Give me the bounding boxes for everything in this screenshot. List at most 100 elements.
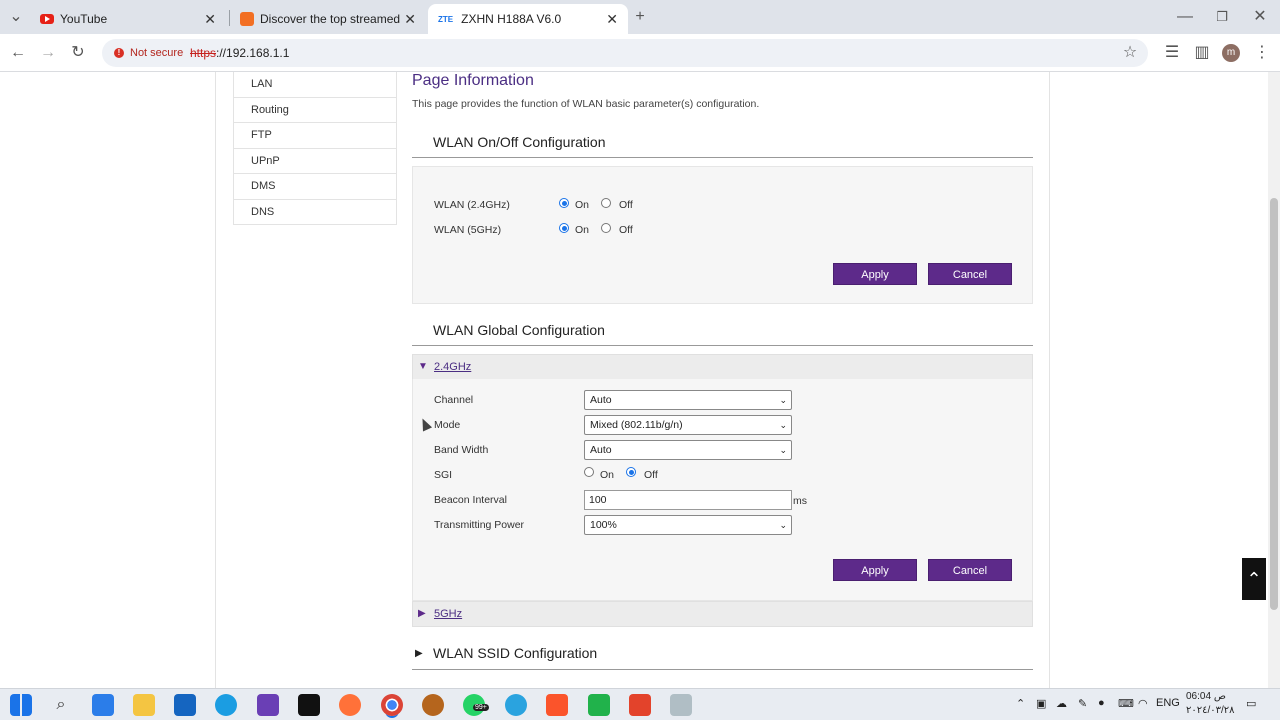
section-title-ssid[interactable]: WLAN SSID Configuration bbox=[433, 645, 597, 661]
security-indicator[interactable]: ! Not secure bbox=[108, 43, 191, 63]
notification-badge: 99+ bbox=[473, 704, 489, 711]
pen-icon[interactable]: ✎ bbox=[1078, 697, 1087, 710]
band-5ghz-header[interactable]: ▶ 5GHz bbox=[412, 601, 1033, 627]
beacon-input[interactable]: 100 bbox=[584, 490, 792, 510]
wlan5-on-radio[interactable] bbox=[559, 223, 569, 233]
tray-apps-icon[interactable]: ▣ bbox=[1036, 697, 1046, 710]
apply-button[interactable]: Apply bbox=[833, 559, 917, 581]
x-app-icon[interactable] bbox=[298, 694, 320, 716]
window-close-icon[interactable]: ✕ bbox=[1250, 7, 1270, 27]
microphone-icon[interactable]: ● bbox=[1098, 697, 1105, 709]
channel-value: Auto bbox=[590, 394, 612, 406]
zte-icon: ZTE bbox=[438, 14, 454, 24]
media-app-icon[interactable] bbox=[670, 694, 692, 716]
power-label: Transmitting Power bbox=[434, 519, 525, 531]
bandwidth-select[interactable]: Auto ⌄ bbox=[584, 440, 792, 460]
wlan24-off-radio[interactable] bbox=[601, 198, 611, 208]
wifi-icon[interactable]: ◠ bbox=[1138, 697, 1148, 710]
telegram-icon[interactable] bbox=[505, 694, 527, 716]
sidebar-item-routing[interactable]: Routing bbox=[233, 97, 397, 123]
side-panel-icon[interactable]: ▥ bbox=[1192, 43, 1212, 63]
game-app-icon[interactable] bbox=[257, 694, 279, 716]
channel-select[interactable]: Auto ⌄ bbox=[584, 390, 792, 410]
avatar[interactable]: m bbox=[1222, 44, 1240, 62]
sidebar-item-upnp[interactable]: UPnP bbox=[233, 148, 397, 174]
band-5ghz-link[interactable]: 5GHz bbox=[434, 608, 462, 620]
back-icon[interactable]: ← bbox=[8, 43, 28, 63]
tab-soundcloud[interactable]: Discover the top streamed mus ✕ bbox=[230, 4, 426, 34]
sgi-label: SGI bbox=[434, 469, 453, 481]
radio-label: On bbox=[600, 469, 615, 481]
forward-icon[interactable]: → bbox=[38, 43, 58, 63]
windows-start-icon[interactable] bbox=[10, 694, 32, 716]
cloud-icon[interactable]: ☁ bbox=[1056, 697, 1067, 710]
chevron-down-icon: ⌄ bbox=[779, 520, 787, 530]
scrollbar-thumb[interactable] bbox=[1270, 198, 1278, 610]
band-24ghz-link[interactable]: 2.4GHz bbox=[434, 361, 471, 373]
basket-app-icon[interactable] bbox=[422, 694, 444, 716]
whatsapp-icon[interactable]: 99+ bbox=[463, 694, 489, 716]
expand-arrow-icon: ▶ bbox=[418, 608, 426, 619]
reload-icon[interactable]: ↻ bbox=[68, 43, 88, 63]
soundcloud-icon bbox=[240, 12, 254, 26]
new-tab-icon[interactable]: + bbox=[630, 7, 650, 27]
sidebar-item-ftp[interactable]: FTP bbox=[233, 123, 397, 149]
clock-date[interactable]: ٢٠٢٤/٠٣/٢٨ bbox=[1186, 705, 1235, 716]
vertical-scrollbar[interactable] bbox=[1268, 72, 1280, 688]
sgi-off-radio[interactable] bbox=[626, 467, 636, 477]
mode-select[interactable]: Mixed (802.11b/g/n) ⌄ bbox=[584, 415, 792, 435]
file-explorer-icon[interactable] bbox=[133, 694, 155, 716]
address-bar[interactable]: ! Not secure https://192.168.1.1 ☆ bbox=[102, 39, 1148, 67]
notification-icon[interactable]: ▭ bbox=[1246, 697, 1256, 710]
clock-time[interactable]: 06:04 ص bbox=[1186, 691, 1226, 702]
search-icon[interactable]: ⌕ bbox=[50, 694, 72, 716]
firefox-icon[interactable] bbox=[339, 694, 361, 716]
tab-youtube[interactable]: YouTube ✕ bbox=[30, 4, 226, 34]
back-to-top-icon[interactable]: ⌃ bbox=[1242, 558, 1266, 600]
apply-button[interactable]: Apply bbox=[833, 263, 917, 285]
bandwidth-value: Auto bbox=[590, 444, 612, 456]
media-controls-icon[interactable]: ☰ bbox=[1162, 43, 1182, 63]
tray-chevron-icon[interactable]: ⌃ bbox=[1016, 697, 1025, 710]
menu-kebab-icon[interactable]: ⋮ bbox=[1252, 43, 1272, 63]
wlan5-label: WLAN (5GHz) bbox=[434, 224, 502, 236]
band-24ghz-header[interactable]: ▼ 2.4GHz bbox=[412, 354, 1033, 380]
chrome-icon[interactable] bbox=[381, 694, 403, 716]
edge-icon[interactable] bbox=[215, 694, 237, 716]
wlan24-on-radio[interactable] bbox=[559, 198, 569, 208]
power-select[interactable]: 100% ⌄ bbox=[584, 515, 792, 535]
wlan5-off-radio[interactable] bbox=[601, 223, 611, 233]
store-icon[interactable] bbox=[92, 694, 114, 716]
close-icon[interactable]: ✕ bbox=[606, 11, 618, 28]
beacon-unit: ms bbox=[793, 495, 807, 507]
cancel-button[interactable]: Cancel bbox=[928, 263, 1012, 285]
sgi-on-radio[interactable] bbox=[584, 467, 594, 477]
sidebar-item-dns[interactable]: DNS bbox=[233, 199, 397, 225]
section-title-global: WLAN Global Configuration bbox=[433, 322, 605, 338]
brave-icon[interactable] bbox=[546, 694, 568, 716]
tab-search-icon[interactable]: ⌄ bbox=[6, 7, 26, 27]
keyboard-icon[interactable]: ⌨ bbox=[1118, 697, 1134, 710]
close-icon[interactable]: ✕ bbox=[204, 11, 216, 28]
restore-icon[interactable]: ❐ bbox=[1212, 7, 1232, 27]
browser-tab-strip: ⌄ YouTube ✕ Discover the top streamed mu… bbox=[0, 0, 1280, 34]
radio-label: Off bbox=[644, 469, 658, 481]
expand-arrow-icon[interactable]: ▶ bbox=[415, 648, 423, 659]
language-indicator[interactable]: ENG bbox=[1156, 697, 1180, 709]
red-app-icon[interactable] bbox=[629, 694, 651, 716]
green-app-icon[interactable] bbox=[588, 694, 610, 716]
sidebar-item-dms[interactable]: DMS bbox=[233, 174, 397, 200]
sidebar-item-lan[interactable]: LAN bbox=[233, 72, 397, 98]
mail-icon[interactable] bbox=[174, 694, 196, 716]
minimize-icon[interactable]: — bbox=[1175, 7, 1195, 27]
tab-zte[interactable]: ZTE ZXHN H188A V6.0 ✕ bbox=[428, 4, 628, 34]
page-viewport: LAN Routing FTP UPnP DMS DNS Page Inform… bbox=[0, 72, 1268, 688]
url-text[interactable]: https://192.168.1.1 bbox=[190, 39, 289, 67]
close-icon[interactable]: ✕ bbox=[404, 11, 416, 28]
bookmark-star-icon[interactable]: ☆ bbox=[1120, 43, 1140, 63]
power-value: 100% bbox=[590, 519, 617, 531]
channel-label: Channel bbox=[434, 394, 474, 406]
cancel-button[interactable]: Cancel bbox=[928, 559, 1012, 581]
warning-icon: ! bbox=[114, 48, 124, 58]
beacon-label: Beacon Interval bbox=[434, 494, 507, 506]
